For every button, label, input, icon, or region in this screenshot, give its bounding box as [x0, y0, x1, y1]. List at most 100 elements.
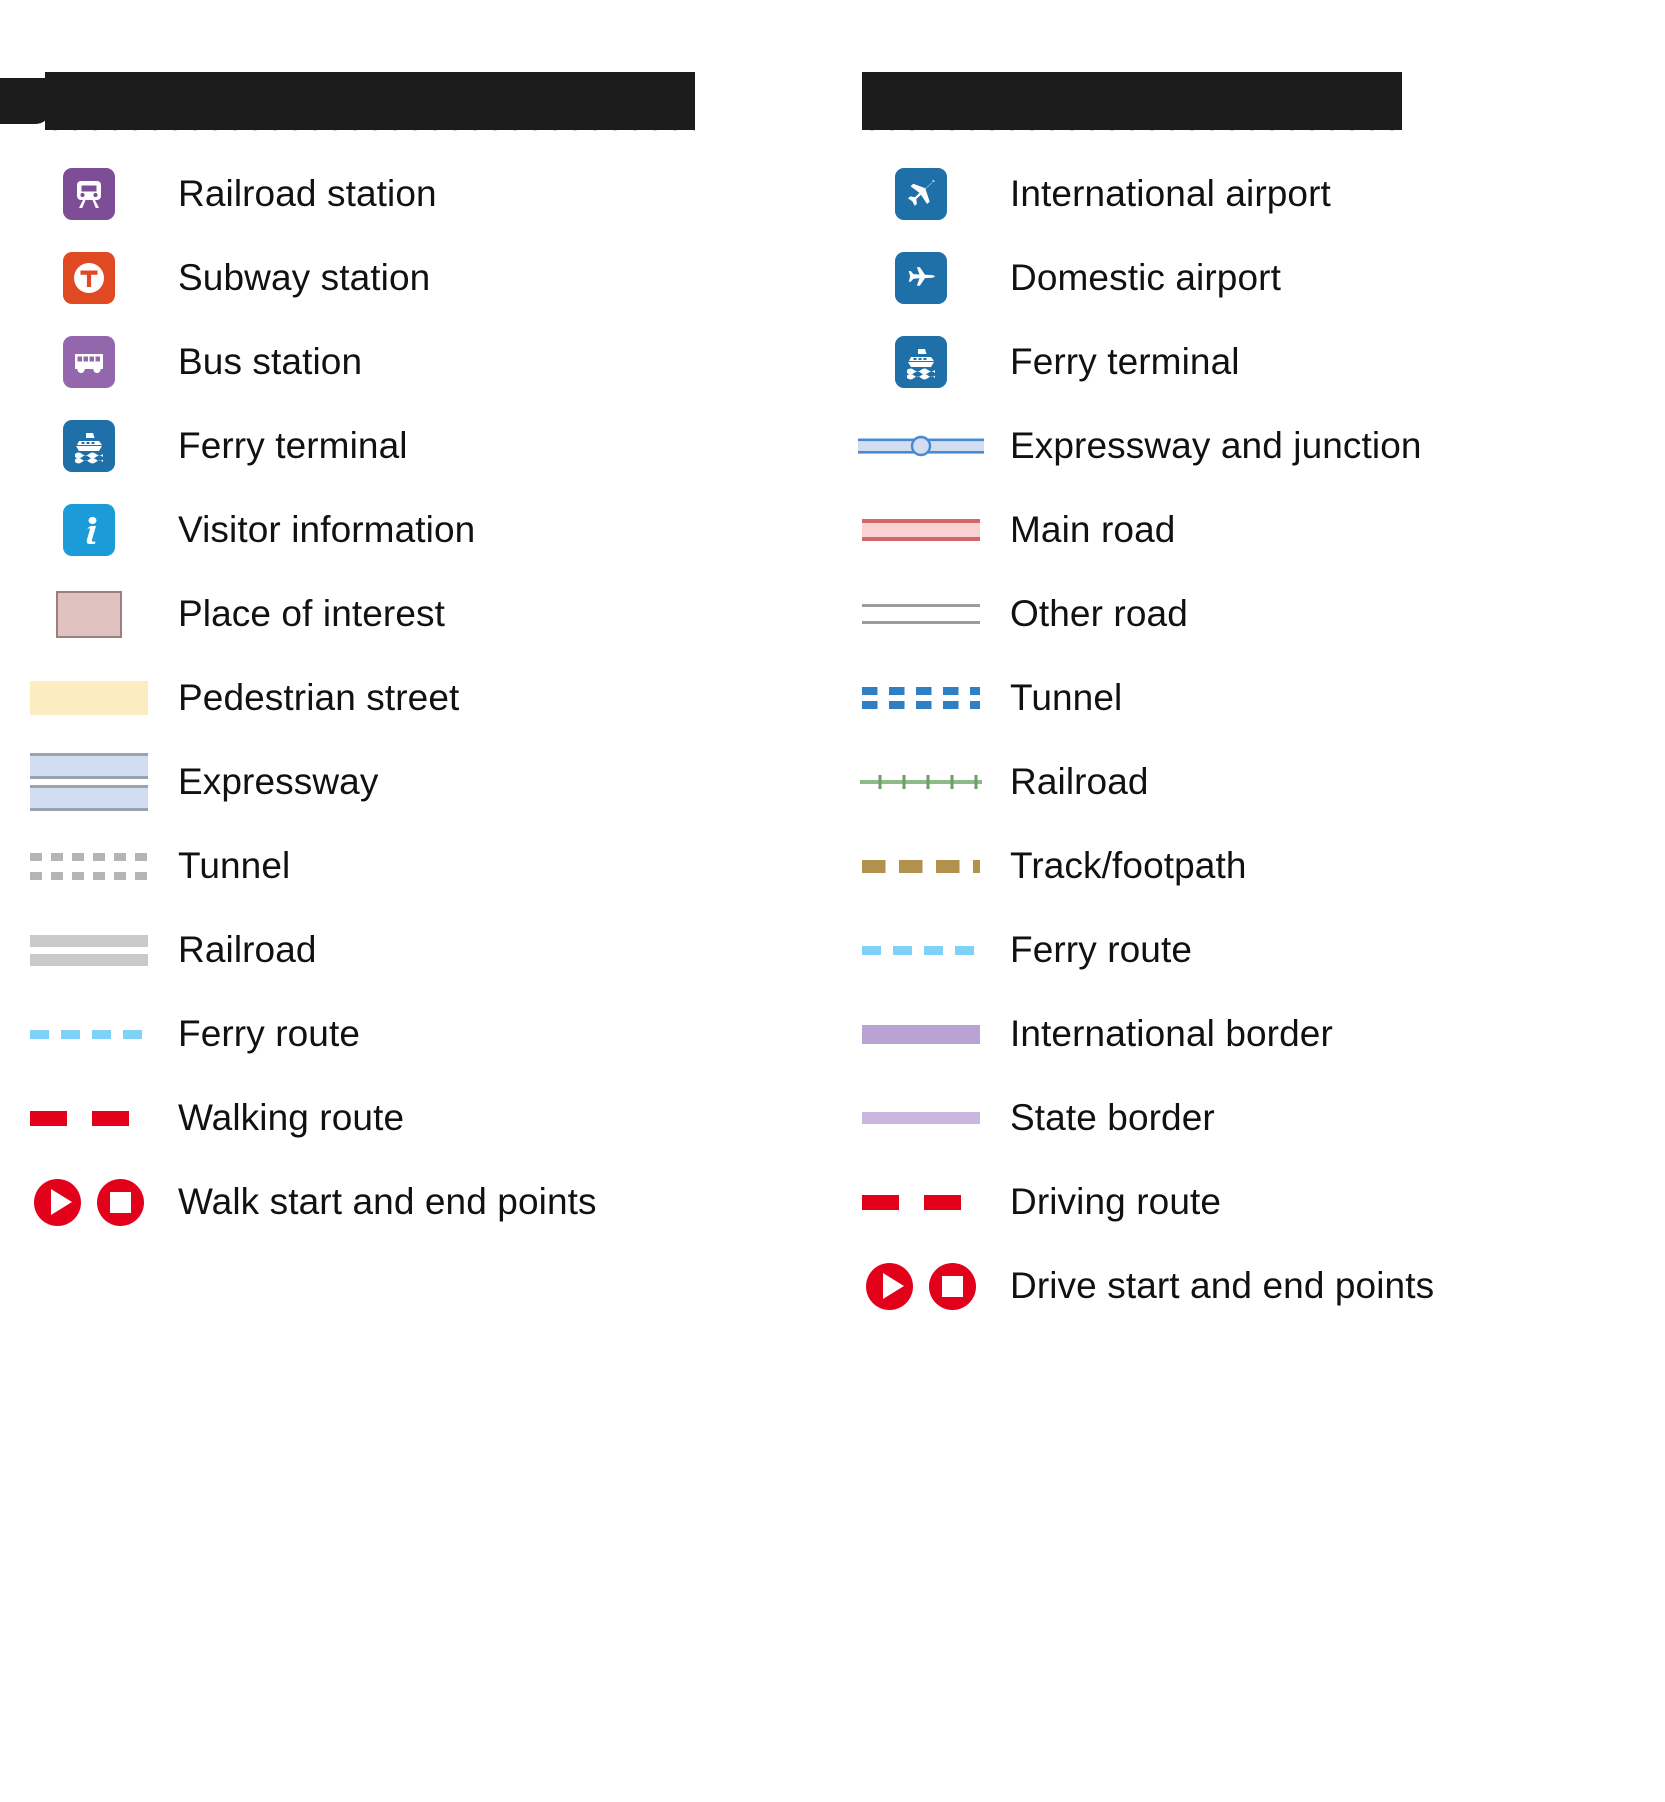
- visitor-information-icon: [63, 504, 115, 556]
- legend-item-label: Bus station: [178, 341, 363, 382]
- symbol-cell: [832, 1160, 1010, 1244]
- symbol-cell: [0, 572, 178, 656]
- legend-item-label: Other road: [1010, 593, 1188, 634]
- start-point-marker-icon: [866, 1262, 913, 1310]
- start-point-marker-icon: [34, 1178, 81, 1226]
- legend-item-label: Subway station: [178, 257, 431, 298]
- symbol-cell: [0, 1160, 178, 1244]
- legend-item-label: Railroad: [1010, 761, 1149, 802]
- legend-item-label: Pedestrian street: [178, 677, 460, 718]
- symbol-cell: [832, 824, 1010, 908]
- legend-item-place-of-interest: Place of interest: [0, 572, 832, 656]
- legend-item-tunnel: Tunnel: [832, 656, 1664, 740]
- tunnel-dashed-gray: [30, 852, 148, 880]
- legend-item-expressway-junction: Expressway and junction: [832, 404, 1664, 488]
- legend-item-railroad: Railroad: [0, 908, 832, 992]
- main-road-band: [862, 519, 980, 541]
- expressway-junction-line: [858, 435, 984, 457]
- legend-item-bus-station: Bus station: [0, 320, 832, 404]
- symbol-cell: [832, 488, 1010, 572]
- legend-item-track-footpath: Track/footpath: [832, 824, 1664, 908]
- symbol-cell: [0, 656, 178, 740]
- obscured-title-right: [862, 72, 1402, 139]
- drive-start-end-markers: [866, 1262, 976, 1310]
- obscured-title-left: [0, 72, 695, 139]
- symbol-cell: [832, 320, 1010, 404]
- legend-item-label: Tunnel: [178, 845, 291, 886]
- legend-item-subway-station: Subway station: [0, 236, 832, 320]
- tunnel-dashed-blue: [862, 687, 980, 709]
- symbol-cell: [832, 152, 1010, 236]
- legend-item-label: Ferry route: [178, 1013, 361, 1054]
- legend-item-drive-start-end: Drive start and end points: [832, 1244, 1664, 1328]
- legend-item-ferry-terminal: Ferry terminal: [832, 320, 1664, 404]
- legend-item-label: Expressway and junction: [1010, 425, 1422, 466]
- symbol-cell: [0, 1076, 178, 1160]
- international-airport-icon: [895, 168, 947, 220]
- railroad-green-ticks: [860, 775, 982, 789]
- map-legend: Railroad station Subway station Bus stat…: [0, 0, 1665, 1802]
- legend-item-ferry-terminal: Ferry terminal: [0, 404, 832, 488]
- legend-item-walk-start-end: Walk start and end points: [0, 1160, 832, 1244]
- ferry-route-dashed: [862, 945, 980, 955]
- legend-item-label: Domestic airport: [1010, 257, 1281, 298]
- expressway-band: [30, 753, 148, 811]
- symbol-cell: [0, 320, 178, 404]
- symbol-cell: [832, 1076, 1010, 1160]
- symbol-cell: [0, 236, 178, 320]
- legend-rows-right: International airport Domestic airport F…: [832, 152, 1664, 1328]
- symbol-cell: [0, 992, 178, 1076]
- legend-item-label: Ferry terminal: [1010, 341, 1240, 382]
- legend-item-label: International border: [1010, 1013, 1333, 1054]
- legend-item-pedestrian-street: Pedestrian street: [0, 656, 832, 740]
- international-border-band: [862, 1024, 980, 1044]
- legend-item-label: International airport: [1010, 173, 1331, 214]
- ferry-route-dashed: [30, 1029, 148, 1039]
- legend-item-domestic-airport: Domestic airport: [832, 236, 1664, 320]
- track-footpath-dashed: [862, 859, 980, 873]
- symbol-cell: [0, 152, 178, 236]
- legend-item-state-border: State border: [832, 1076, 1664, 1160]
- symbol-cell: [832, 236, 1010, 320]
- legend-item-label: Railroad station: [178, 173, 437, 214]
- legend-item-label: Driving route: [1010, 1181, 1222, 1222]
- symbol-cell: [832, 992, 1010, 1076]
- legend-item-walking-route: Walking route: [0, 1076, 832, 1160]
- legend-item-tunnel: Tunnel: [0, 824, 832, 908]
- legend-item-label: Walk start and end points: [178, 1181, 597, 1222]
- bus-station-icon: [63, 336, 115, 388]
- legend-item-label: Ferry route: [1010, 929, 1193, 970]
- legend-item-ferry-route: Ferry route: [832, 908, 1664, 992]
- subway-station-icon: [63, 252, 115, 304]
- legend-item-label: Expressway: [178, 761, 379, 802]
- pedestrian-street-patch: [30, 681, 148, 715]
- legend-item-ferry-route: Ferry route: [0, 992, 832, 1076]
- state-border-band: [862, 1112, 980, 1124]
- legend-item-label: Ferry terminal: [178, 425, 408, 466]
- legend-item-label: Railroad: [178, 929, 317, 970]
- legend-item-expressway: Expressway: [0, 740, 832, 824]
- legend-item-label: State border: [1010, 1097, 1215, 1138]
- legend-item-other-road: Other road: [832, 572, 1664, 656]
- walk-start-end-markers: [34, 1178, 144, 1226]
- ferry-terminal-icon: [63, 420, 115, 472]
- symbol-cell: [0, 908, 178, 992]
- legend-item-international-airport: International airport: [832, 152, 1664, 236]
- legend-item-label: Drive start and end points: [1010, 1265, 1435, 1306]
- symbol-cell: [832, 740, 1010, 824]
- symbol-cell: [832, 404, 1010, 488]
- legend-rows-left: Railroad station Subway station Bus stat…: [0, 152, 832, 1244]
- ferry-terminal-icon: [895, 336, 947, 388]
- other-road-band: [862, 604, 980, 624]
- legend-item-label: Tunnel: [1010, 677, 1123, 718]
- driving-route-dashed: [862, 1194, 980, 1210]
- legend-item-label: Main road: [1010, 509, 1176, 550]
- legend-item-label: Place of interest: [178, 593, 446, 634]
- legend-item-international-border: International border: [832, 992, 1664, 1076]
- legend-item-railroad: Railroad: [832, 740, 1664, 824]
- legend-item-label: Track/footpath: [1010, 845, 1247, 886]
- symbol-cell: [832, 572, 1010, 656]
- end-point-marker-icon: [97, 1178, 144, 1226]
- walking-route-dashed: [30, 1110, 148, 1126]
- legend-item-main-road: Main road: [832, 488, 1664, 572]
